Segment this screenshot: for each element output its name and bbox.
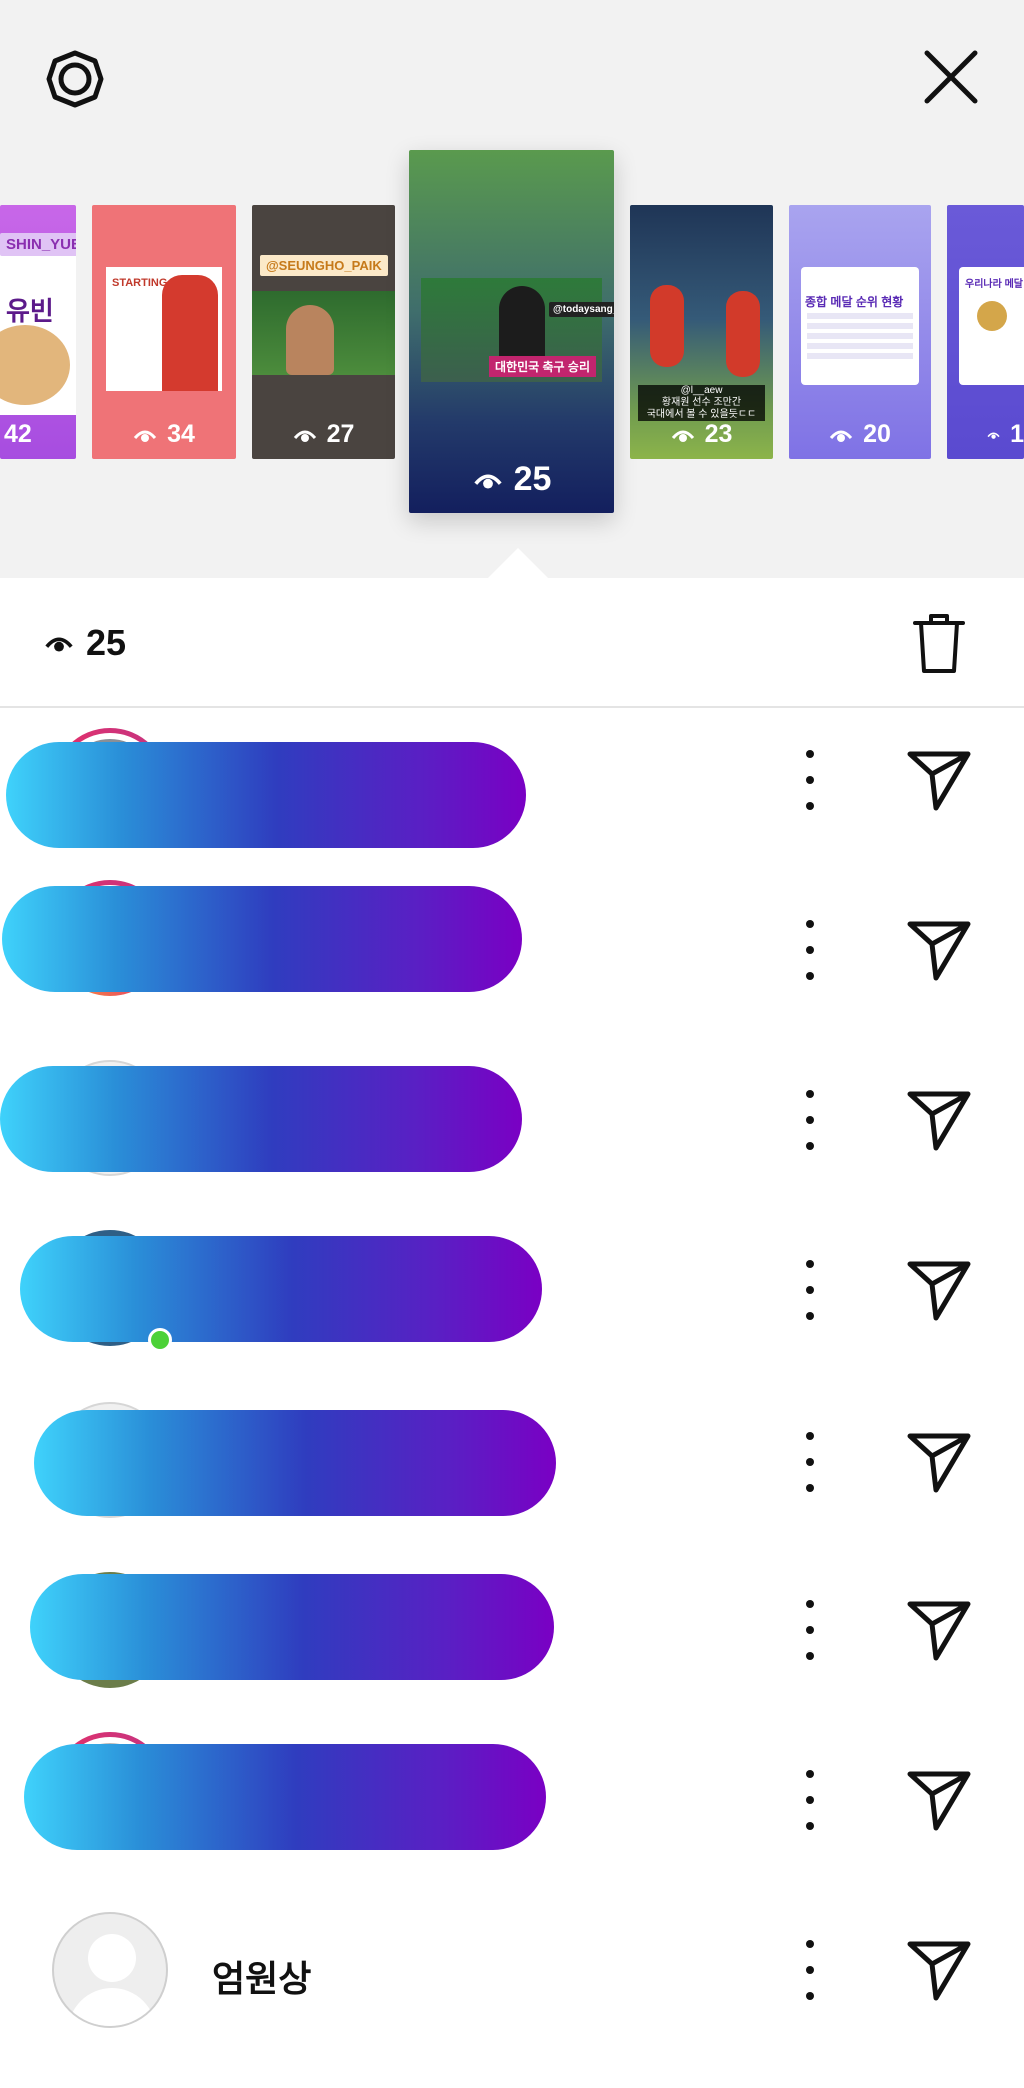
more-options-button[interactable] — [800, 1770, 820, 1830]
view-count: 27 — [326, 420, 355, 448]
story-banner: 대한민국 축구 승리 — [489, 356, 596, 377]
view-count: 42 — [4, 420, 32, 448]
eye-icon — [829, 430, 853, 442]
more-options-button[interactable] — [800, 920, 820, 980]
story-thumbnail[interactable]: 우리나라 메달 1 — [947, 205, 1024, 459]
story-headline: 종합 메달 순위 현황 — [805, 295, 904, 309]
eye-icon — [473, 474, 502, 489]
story-tag: SHIN_YUBIN_ — [0, 233, 76, 256]
eye-icon — [45, 637, 73, 652]
trash-icon — [913, 614, 965, 673]
more-options-button[interactable] — [800, 1432, 820, 1492]
view-count: 1 — [1010, 420, 1024, 448]
close-icon — [924, 50, 978, 104]
story-tag: @todaysang_ — [549, 302, 614, 317]
send-icon[interactable] — [906, 1428, 972, 1494]
eye-icon — [671, 430, 694, 442]
view-count: 20 — [863, 420, 891, 448]
more-options-button[interactable] — [800, 750, 820, 810]
viewer-row[interactable] — [0, 1208, 1024, 1378]
send-icon[interactable] — [906, 1596, 972, 1662]
viewer-count: 25 — [86, 622, 127, 663]
story-thumbnail-selected[interactable]: @todaysang_ 대한민국 축구 승리 25 — [409, 150, 614, 513]
default-avatar[interactable] — [52, 1912, 168, 2028]
redacted-username — [34, 1410, 556, 1516]
story-thumbnail[interactable]: SHIN_YUBIN_ 유빈 42 — [0, 205, 76, 459]
settings-button[interactable] — [40, 44, 110, 114]
story-tag: @SEUNGHO_PAIK — [260, 255, 388, 276]
redacted-username — [6, 742, 526, 848]
redacted-username — [30, 1574, 554, 1680]
viewer-count-bar: 25 — [0, 578, 1024, 708]
viewer-row[interactable]: 엄원상 — [0, 1888, 1024, 2058]
send-icon[interactable] — [906, 916, 972, 982]
viewers-sheet: 25 엄원상 — [0, 578, 1024, 2088]
more-options-button[interactable] — [800, 1600, 820, 1660]
story-thumbnail[interactable]: 종합 메달 순위 현황 20 — [789, 205, 931, 459]
more-options-button[interactable] — [800, 1940, 820, 2000]
story-archive-header: SHIN_YUBIN_ 유빈 42 STARTING XI 34 @SEUNGH… — [0, 0, 1024, 580]
viewer-row[interactable] — [0, 1718, 1024, 1888]
close-button[interactable] — [916, 42, 986, 112]
gear-icon — [46, 50, 104, 108]
online-indicator — [148, 1328, 172, 1352]
redacted-username — [0, 1066, 522, 1172]
person-icon — [88, 1934, 136, 1982]
view-count: 23 — [704, 420, 733, 448]
send-icon[interactable] — [906, 1086, 972, 1152]
view-count: 25 — [513, 460, 552, 498]
redacted-username — [2, 886, 522, 992]
story-title: 유빈 — [6, 296, 54, 326]
eye-icon — [987, 432, 1000, 439]
viewer-username[interactable]: 엄원상 — [212, 1950, 311, 2002]
selection-pointer — [486, 548, 550, 580]
send-icon[interactable] — [906, 1936, 972, 2002]
redacted-username — [24, 1744, 546, 1850]
send-icon[interactable] — [906, 1766, 972, 1832]
viewer-row[interactable] — [0, 1548, 1024, 1718]
delete-button[interactable] — [904, 608, 974, 678]
view-count: 34 — [167, 420, 195, 448]
more-options-button[interactable] — [800, 1260, 820, 1320]
more-options-button[interactable] — [800, 1090, 820, 1150]
redacted-username — [20, 1236, 542, 1342]
story-headline: 우리나라 메달 — [965, 279, 1023, 290]
story-thumbnail[interactable]: @SEUNGHO_PAIK 27 — [252, 205, 395, 459]
viewer-row[interactable] — [0, 868, 1024, 1038]
send-icon[interactable] — [906, 746, 972, 812]
viewer-row[interactable] — [0, 1378, 1024, 1548]
story-thumbnail[interactable]: STARTING XI 34 — [92, 205, 236, 459]
eye-icon — [133, 430, 157, 442]
story-caption: @l__aew 황재원 선수 조만간 국대에서 볼 수 있을듯ㄷㄷ — [638, 385, 765, 421]
story-thumbnail[interactable]: @l__aew 황재원 선수 조만간 국대에서 볼 수 있을듯ㄷㄷ 23 — [630, 205, 773, 459]
viewer-row[interactable] — [0, 1038, 1024, 1208]
eye-icon — [293, 430, 316, 442]
viewer-row[interactable] — [0, 698, 1024, 868]
send-icon[interactable] — [906, 1256, 972, 1322]
